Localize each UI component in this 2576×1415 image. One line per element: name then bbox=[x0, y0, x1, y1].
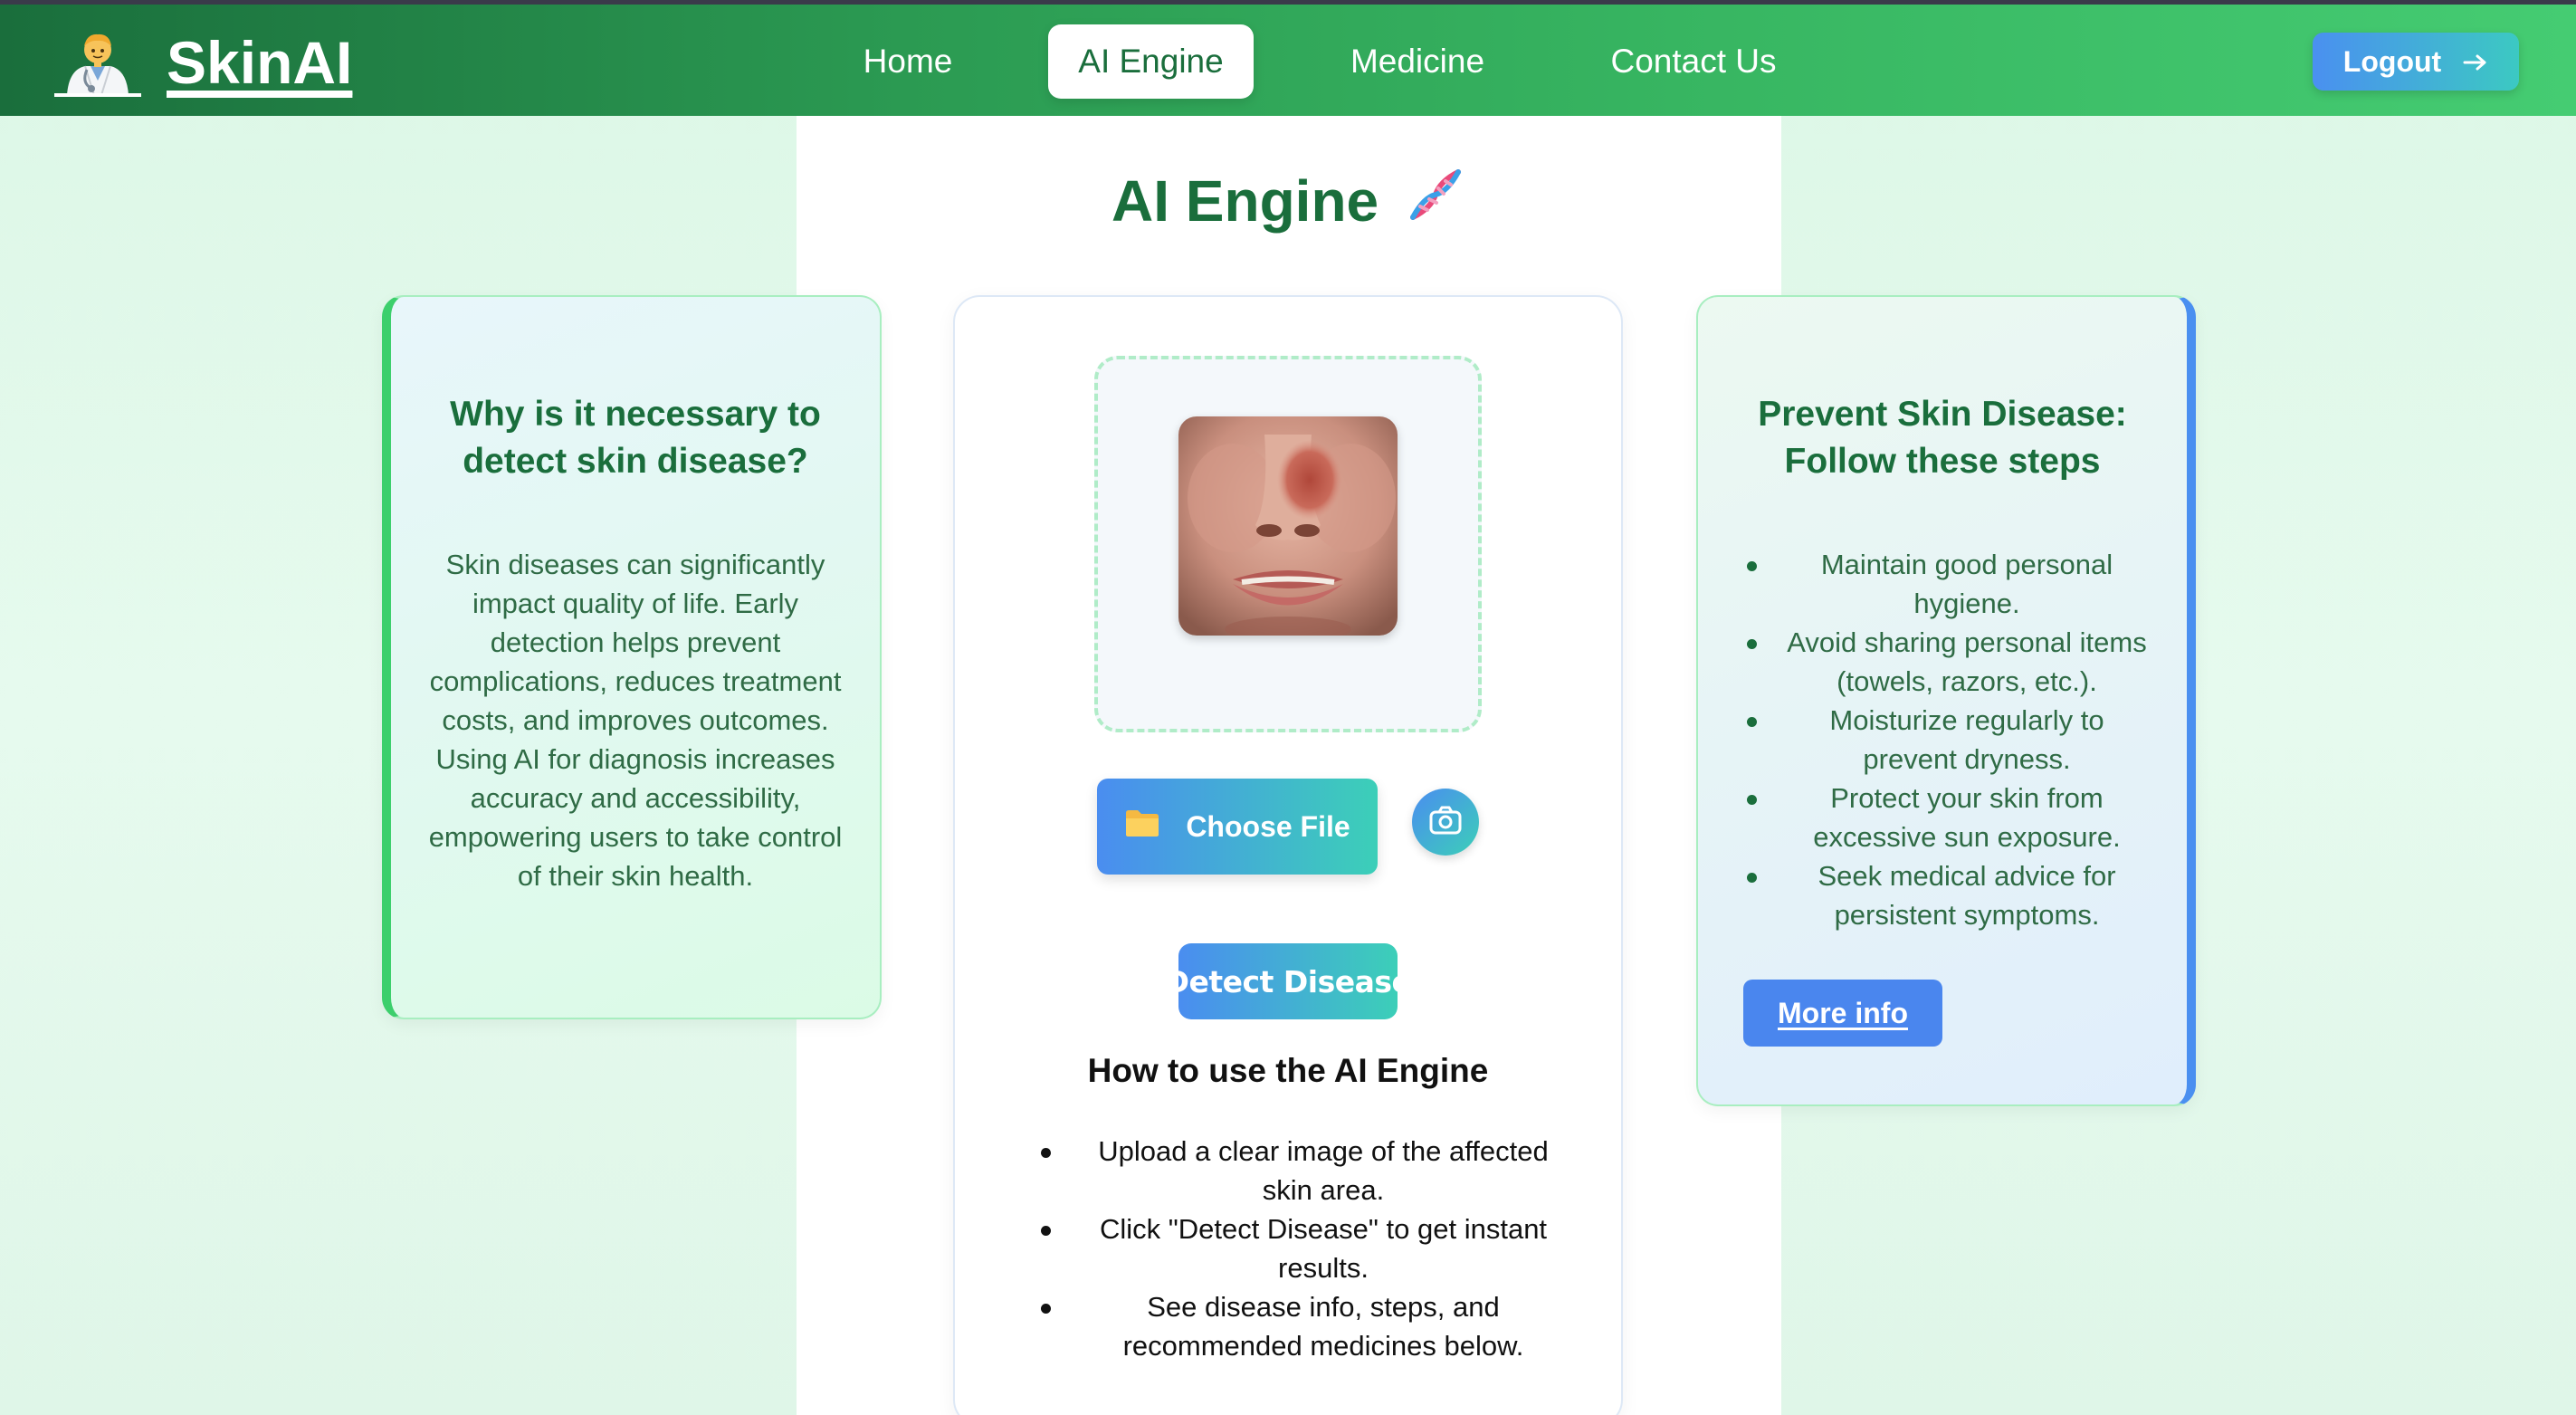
nav-home[interactable]: Home bbox=[846, 24, 969, 99]
bullet-icon bbox=[1747, 561, 1757, 571]
prevention-step-text: Protect your skin from excessive sun exp… bbox=[1813, 782, 2121, 853]
prevention-step: Avoid sharing personal items (towels, ra… bbox=[1747, 623, 2151, 701]
choose-file-button[interactable]: Choose File bbox=[1097, 779, 1378, 875]
why-detect-heading: Why is it necessary to detect skin disea… bbox=[450, 395, 821, 481]
bullet-icon bbox=[1747, 873, 1757, 883]
prevention-step: Protect your skin from excessive sun exp… bbox=[1747, 779, 2151, 856]
camera-icon bbox=[1428, 805, 1463, 840]
dna-icon bbox=[1404, 163, 1467, 240]
bullet-icon bbox=[1747, 717, 1757, 727]
prevention-step: Seek medical advice for persistent sympt… bbox=[1747, 856, 2151, 934]
nav-medicine[interactable]: Medicine bbox=[1334, 24, 1501, 99]
arrow-right-icon bbox=[2463, 45, 2488, 79]
prevention-steps: Maintain good personal hygiene. Avoid sh… bbox=[1747, 545, 2151, 934]
brand-name: SkinAI bbox=[167, 29, 353, 96]
howto-step: Upload a clear image of the affected ski… bbox=[1041, 1132, 1566, 1209]
logout-button[interactable]: Logout bbox=[2313, 33, 2519, 91]
doctor-icon bbox=[54, 28, 141, 97]
howto-step-text: Upload a clear image of the affected ski… bbox=[1098, 1135, 1549, 1206]
nav-ai-engine[interactable]: AI Engine bbox=[1048, 24, 1254, 99]
camera-button[interactable] bbox=[1412, 789, 1479, 856]
prevention-card: Prevent Skin Disease: Follow these steps… bbox=[1696, 295, 2196, 1106]
bullet-icon bbox=[1747, 795, 1757, 805]
howto-step-text: Click "Detect Disease" to get instant re… bbox=[1099, 1213, 1548, 1284]
brand-logo[interactable]: SkinAI bbox=[54, 28, 352, 97]
why-detect-card: Why is it necessary to detect skin disea… bbox=[382, 295, 882, 1019]
prevention-heading: Prevent Skin Disease: Follow these steps bbox=[1758, 395, 2127, 481]
uploaded-image-preview bbox=[1178, 416, 1398, 636]
prevention-step: Moisturize regularly to prevent dryness. bbox=[1747, 701, 2151, 779]
page-title: AI Engine bbox=[1111, 165, 1467, 237]
bullet-icon bbox=[1041, 1148, 1051, 1158]
folder-icon bbox=[1124, 808, 1160, 846]
bullet-icon bbox=[1747, 639, 1757, 649]
prevention-step-text: Moisturize regularly to prevent dryness. bbox=[1829, 704, 2104, 775]
prevention-step: Maintain good personal hygiene. bbox=[1747, 545, 2151, 623]
why-detect-body: Skin diseases can significantly impact q… bbox=[428, 549, 843, 892]
prevention-step-text: Seek medical advice for persistent sympt… bbox=[1818, 860, 2116, 931]
bullet-icon bbox=[1041, 1304, 1051, 1314]
choose-file-label: Choose File bbox=[1186, 809, 1350, 843]
howto-title: How to use the AI Engine bbox=[1087, 1052, 1489, 1089]
howto-steps: Upload a clear image of the affected ski… bbox=[1041, 1132, 1566, 1365]
howto-step: Click "Detect Disease" to get instant re… bbox=[1041, 1209, 1566, 1287]
page-title-text: AI Engine bbox=[1111, 168, 1379, 234]
howto-step-text: See disease info, steps, and recommended… bbox=[1122, 1291, 1524, 1362]
bullet-icon bbox=[1041, 1226, 1051, 1236]
logout-label: Logout bbox=[2342, 44, 2442, 78]
detect-disease-button[interactable]: Detect Disease bbox=[1178, 943, 1398, 1019]
navbar: SkinAI Home AI Engine Medicine Contact U… bbox=[0, 5, 2576, 116]
prevention-step-text: Avoid sharing personal items (towels, ra… bbox=[1787, 626, 2147, 697]
nav-contact-us[interactable]: Contact Us bbox=[1598, 24, 1789, 99]
more-info-link[interactable]: More info bbox=[1743, 980, 1942, 1047]
howto-step: See disease info, steps, and recommended… bbox=[1041, 1287, 1566, 1365]
prevention-step-text: Maintain good personal hygiene. bbox=[1820, 549, 2113, 619]
